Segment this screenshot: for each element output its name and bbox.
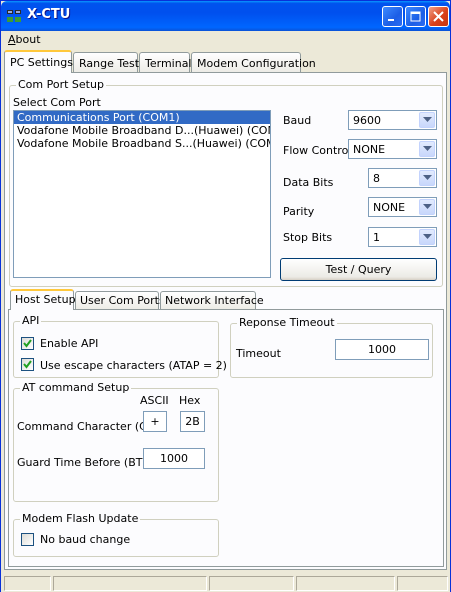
parity-value: NONE [373, 201, 406, 214]
data-bits-label: Data Bits [283, 176, 334, 189]
tab-range-test[interactable]: Range Test [73, 52, 139, 73]
status-cell [53, 576, 207, 591]
tab-modem-configuration[interactable]: Modem Configuration [191, 52, 316, 73]
pc-settings-panel: Com Port Setup Select Com Port Communica… [4, 72, 447, 570]
command-char-hex-input[interactable]: 2B [180, 411, 205, 432]
maximize-button[interactable] [405, 6, 426, 27]
tab-terminal[interactable]: Terminal [139, 52, 192, 73]
maximize-icon [410, 11, 421, 22]
enable-api-label: Enable API [40, 337, 99, 350]
chevron-down-icon[interactable] [419, 199, 435, 215]
parity-select[interactable]: NONE [368, 197, 437, 217]
list-item[interactable]: Vodafone Mobile Broadband D...(Huawei) (… [14, 124, 270, 137]
checkmark-icon [23, 339, 32, 348]
minimize-button[interactable] [382, 6, 403, 27]
modem-flash-label: Modem Flash Update [20, 512, 141, 525]
timeout-input[interactable]: 1000 [335, 339, 429, 360]
title-bar[interactable]: X-CTU [1, 1, 450, 31]
baud-label: Baud [283, 114, 312, 127]
stop-bits-select[interactable]: 1 [368, 227, 437, 247]
tab-network-interface[interactable]: Network Interface [160, 291, 264, 310]
response-timeout-group: Reponse Timeout Timeout 1000 [230, 316, 433, 378]
com-port-list[interactable]: Communications Port (COM1) Vodafone Mobi… [13, 110, 271, 278]
no-baud-change-checkbox[interactable] [21, 533, 34, 546]
at-command-group: AT command Setup ASCII Hex Command Chara… [13, 381, 219, 502]
parity-label: Parity [283, 205, 315, 218]
status-cell [4, 576, 51, 591]
stop-bits-label: Stop Bits [283, 231, 333, 244]
use-escape-label: Use escape characters (ATAP = 2) [40, 359, 227, 372]
status-cell [209, 576, 294, 591]
guard-time-label: Guard Time Before (BT) [17, 456, 147, 469]
baud-select[interactable]: 9600 [348, 110, 437, 130]
chevron-down-icon[interactable] [419, 112, 435, 128]
at-command-label: AT command Setup [20, 381, 132, 394]
flow-control-value: NONE [353, 143, 386, 156]
ascii-header: ASCII [140, 394, 169, 407]
status-cell [397, 576, 448, 591]
stop-bits-value: 1 [373, 231, 380, 244]
status-cell [296, 576, 395, 591]
chevron-down-icon[interactable] [419, 170, 435, 186]
host-setup-panel: API Enable API Use escape characters (AT… [8, 309, 444, 567]
modem-flash-group: Modem Flash Update No baud change [13, 512, 219, 557]
status-bar [1, 574, 450, 592]
baud-value: 9600 [353, 114, 381, 127]
guard-time-input[interactable]: 1000 [143, 448, 205, 469]
close-icon [433, 11, 444, 22]
window-title: X-CTU [27, 7, 71, 22]
command-char-label: Command Character (CC) [17, 420, 159, 433]
menu-about[interactable]: About [8, 33, 41, 46]
chevron-down-icon[interactable] [419, 141, 435, 157]
timeout-label: Timeout [236, 347, 281, 360]
tab-pc-settings[interactable]: PC Settings [4, 50, 73, 73]
enable-api-checkbox[interactable] [21, 337, 34, 350]
close-button[interactable] [428, 6, 449, 27]
minimize-icon [388, 19, 394, 21]
com-port-setup-group: Com Port Setup Select Com Port Communica… [9, 78, 443, 287]
app-icon [7, 10, 21, 22]
data-bits-select[interactable]: 8 [368, 168, 437, 188]
data-bits-value: 8 [373, 172, 380, 185]
flow-control-label: Flow Control [283, 144, 352, 157]
response-timeout-label: Reponse Timeout [237, 316, 337, 329]
no-baud-change-label: No baud change [40, 533, 131, 546]
command-char-ascii-input[interactable]: + [143, 411, 167, 432]
menu-bar: About [1, 31, 450, 48]
use-escape-checkbox[interactable] [21, 358, 34, 371]
app-window: X-CTU About PC Settings Range Test Termi… [0, 0, 451, 592]
api-group: API Enable API Use escape characters (AT… [13, 314, 227, 378]
tab-host-setup[interactable]: Host Setup [10, 289, 76, 310]
com-port-setup-label: Com Port Setup [16, 78, 106, 91]
list-item[interactable]: Vodafone Mobile Broadband S...(Huawei) (… [14, 137, 270, 150]
tab-user-com-ports[interactable]: User Com Ports [75, 291, 165, 310]
select-com-port-label: Select Com Port [13, 96, 101, 109]
api-group-label: API [20, 314, 42, 327]
test-query-button[interactable]: Test / Query [280, 258, 437, 281]
list-item[interactable]: Communications Port (COM1) [14, 111, 270, 124]
checkmark-icon [23, 360, 32, 369]
hex-header: Hex [179, 394, 201, 407]
chevron-down-icon[interactable] [419, 229, 435, 245]
flow-control-select[interactable]: NONE [348, 139, 437, 159]
